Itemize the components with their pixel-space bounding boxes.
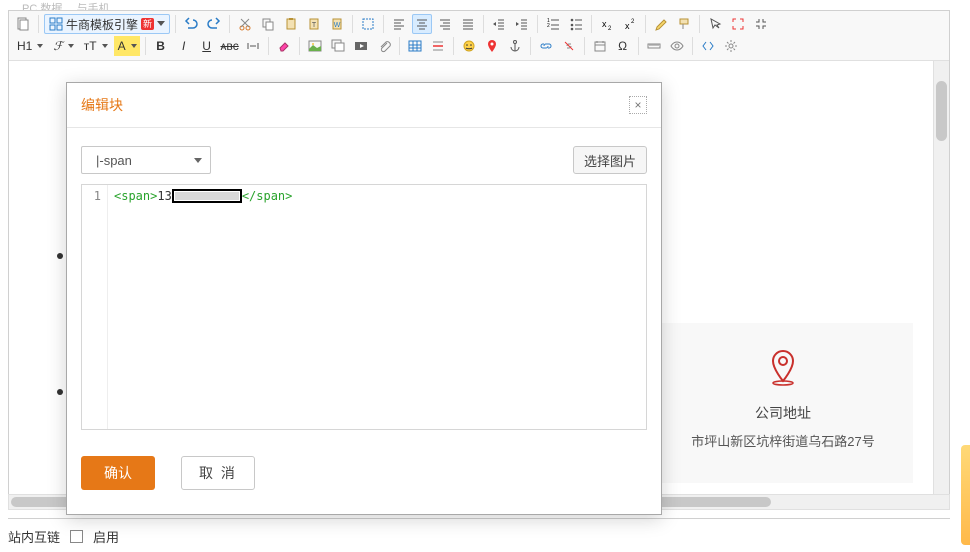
address-value: 市坪山新区坑梓街道乌石路27号 (653, 431, 913, 450)
emoji-icon[interactable] (459, 36, 479, 56)
svg-text:T: T (312, 22, 317, 29)
svg-text:W: W (334, 22, 341, 29)
caret-down-icon (157, 21, 165, 27)
template-engine-label: 牛商模板引擎 (66, 16, 138, 33)
footer-options: 站内互链 启用 (8, 518, 950, 546)
new-badge: 新 (141, 18, 154, 30)
map-pin-icon (763, 347, 803, 387)
settings-icon[interactable] (721, 36, 741, 56)
breadcrumb: … PC 数据… 与手机 (0, 0, 970, 10)
svg-text:2: 2 (631, 19, 635, 25)
preview-icon[interactable] (667, 36, 687, 56)
side-tab-handle[interactable] (961, 445, 970, 545)
select-all-icon[interactable] (358, 14, 378, 34)
indent-decrease-icon[interactable] (489, 14, 509, 34)
paste-icon[interactable] (281, 14, 301, 34)
ordered-list-icon[interactable]: 12 (543, 14, 563, 34)
address-card: 公司地址 市坪山新区坑梓街道乌石路27号 (653, 323, 913, 483)
list-bullet-icon (57, 253, 63, 259)
source-icon[interactable] (698, 36, 718, 56)
omega-icon[interactable]: Ω (613, 36, 633, 56)
multi-image-icon[interactable] (328, 36, 348, 56)
unordered-list-icon[interactable] (566, 14, 586, 34)
edit-block-modal: 编辑块 × |-span 选择图片 1 <span>13</span> 确认 取… (66, 82, 662, 515)
align-center-icon[interactable] (412, 14, 432, 34)
expand-icon[interactable] (728, 14, 748, 34)
svg-text:x: x (625, 21, 630, 31)
hr-icon[interactable] (428, 36, 448, 56)
video-icon[interactable] (351, 36, 371, 56)
align-right-icon[interactable] (435, 14, 455, 34)
map-icon[interactable] (482, 36, 502, 56)
clear-format-icon[interactable] (651, 14, 671, 34)
clipboard-icon[interactable] (13, 14, 33, 34)
code-content[interactable]: <span>13</span> (108, 185, 646, 429)
svg-text:x: x (602, 19, 607, 29)
paste-plain-icon[interactable]: T (304, 14, 324, 34)
ruler-icon[interactable] (644, 36, 664, 56)
image-icon[interactable] (305, 36, 325, 56)
char-spacing-icon[interactable] (243, 36, 263, 56)
element-type-select[interactable]: |-span (81, 146, 211, 174)
redacted-text (172, 189, 242, 203)
modal-title: 编辑块 (81, 95, 123, 115)
table-icon[interactable] (405, 36, 425, 56)
confirm-button[interactable]: 确认 (81, 456, 155, 490)
cut-icon[interactable] (235, 14, 255, 34)
redo-icon[interactable] (204, 14, 224, 34)
address-title: 公司地址 (653, 403, 913, 423)
unlink-icon[interactable] (559, 36, 579, 56)
interlink-label: 站内互链 (8, 527, 60, 546)
collapse-icon[interactable] (751, 14, 771, 34)
cancel-button[interactable]: 取 消 (181, 456, 255, 490)
subscript-icon[interactable]: x2 (597, 14, 617, 34)
date-icon[interactable] (590, 36, 610, 56)
link-icon[interactable] (536, 36, 556, 56)
close-icon[interactable]: × (629, 96, 647, 114)
editor-toolbar: 牛商模板引擎 新 T W 12 (9, 11, 949, 61)
copy-icon[interactable] (258, 14, 278, 34)
template-engine-button[interactable]: 牛商模板引擎 新 (44, 14, 170, 34)
grid-icon (49, 17, 63, 31)
vertical-scrollbar[interactable] (933, 61, 949, 499)
underline-icon[interactable]: U (197, 36, 217, 56)
svg-text:2: 2 (608, 26, 612, 31)
strike-icon[interactable]: ᴀʙᴄ (220, 36, 240, 56)
anchor-icon[interactable] (505, 36, 525, 56)
format-brush-icon[interactable] (674, 14, 694, 34)
superscript-icon[interactable]: x2 (620, 14, 640, 34)
line-gutter: 1 (82, 185, 108, 429)
attachment-icon[interactable] (374, 36, 394, 56)
heading-combo[interactable]: H1 (13, 36, 46, 56)
undo-icon[interactable] (181, 14, 201, 34)
code-editor[interactable]: 1 <span>13</span> (81, 184, 647, 430)
bold-icon[interactable]: B (151, 36, 171, 56)
pointer-icon[interactable] (705, 14, 725, 34)
highlight-combo[interactable]: A (114, 36, 140, 56)
italic-icon[interactable]: I (174, 36, 194, 56)
font-size-combo[interactable]: ᴛT (80, 36, 111, 56)
eraser-icon[interactable] (274, 36, 294, 56)
align-left-icon[interactable] (389, 14, 409, 34)
choose-image-button[interactable]: 选择图片 (573, 146, 647, 174)
svg-text:2: 2 (547, 23, 550, 29)
paste-word-icon[interactable]: W (327, 14, 347, 34)
font-family-combo[interactable]: ℱ (49, 36, 76, 56)
enable-checkbox[interactable] (70, 530, 83, 543)
indent-increase-icon[interactable] (512, 14, 532, 34)
enable-label: 启用 (93, 527, 119, 546)
align-justify-icon[interactable] (458, 14, 478, 34)
list-bullet-icon (57, 389, 63, 395)
